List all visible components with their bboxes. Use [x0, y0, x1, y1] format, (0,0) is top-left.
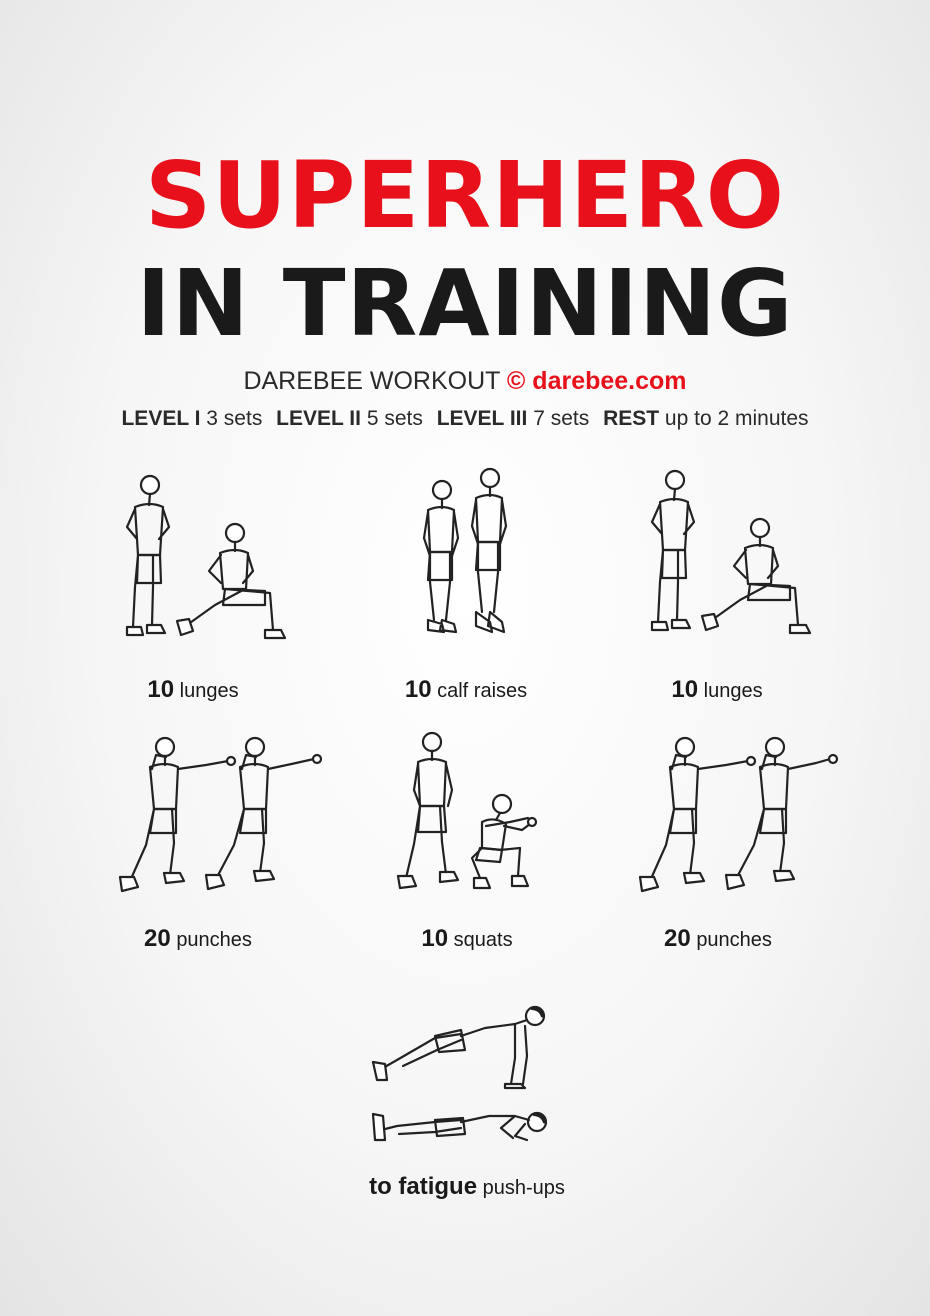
exercise-name: calf raises — [437, 680, 528, 702]
site-link[interactable]: darebee.com — [532, 367, 686, 395]
level-2-value: 5 sets — [366, 407, 423, 430]
title-line-1: SUPERHERO — [145, 142, 785, 249]
exercise-name: push-ups — [482, 1177, 565, 1199]
exercise-label-6: 20 punches — [568, 925, 868, 953]
level-1-name: LEVEL I — [121, 407, 201, 430]
exercise-name: squats — [453, 929, 513, 951]
exercise-label-4: 20 punches — [48, 925, 348, 953]
exercise-label-3: 10 lunges — [567, 676, 867, 704]
exercise-count: 10 — [147, 676, 175, 703]
exercise-count: 10 — [671, 676, 699, 703]
exercise-count: 10 — [404, 676, 432, 703]
push-up-figure-icon — [365, 998, 555, 1153]
exercise-name: lunges — [703, 680, 763, 702]
level-3-value: 7 sets — [533, 407, 590, 430]
levels-bar: LEVEL I 3 sets LEVEL II 5 sets LEVEL III… — [0, 407, 930, 431]
level-3-name: LEVEL III — [436, 407, 528, 430]
exercise-label-7: to fatigue push-ups — [317, 1173, 617, 1201]
level-1-value: 3 sets — [206, 407, 263, 430]
title-line-2: IN TRAINING — [136, 250, 794, 357]
exercise-label-1: 10 lunges — [43, 676, 343, 704]
lunge-figure-icon — [625, 460, 825, 645]
exercise-count: to fatigue — [369, 1173, 478, 1200]
exercise-name: punches — [176, 929, 252, 951]
rest-value: up to 2 minutes — [664, 407, 809, 430]
level-2-name: LEVEL II — [276, 407, 361, 430]
punch-figure-icon — [630, 725, 845, 900]
workout-label: DAREBEE WORKOUT — [243, 367, 500, 395]
rest-name: REST — [603, 407, 660, 430]
squat-figure-icon — [390, 722, 550, 902]
exercise-count: 10 — [421, 925, 449, 952]
copyright-icon: © — [506, 367, 526, 395]
exercise-name: punches — [696, 929, 772, 951]
exercise-count: 20 — [664, 925, 691, 952]
punch-figure-icon — [110, 725, 325, 900]
exercise-name: lunges — [179, 680, 239, 702]
exercise-count: 20 — [144, 925, 171, 952]
subtitle: DAREBEE WORKOUT © darebee.com — [0, 367, 930, 396]
calf-raise-figure-icon — [390, 460, 540, 650]
lunge-figure-icon — [105, 465, 305, 650]
